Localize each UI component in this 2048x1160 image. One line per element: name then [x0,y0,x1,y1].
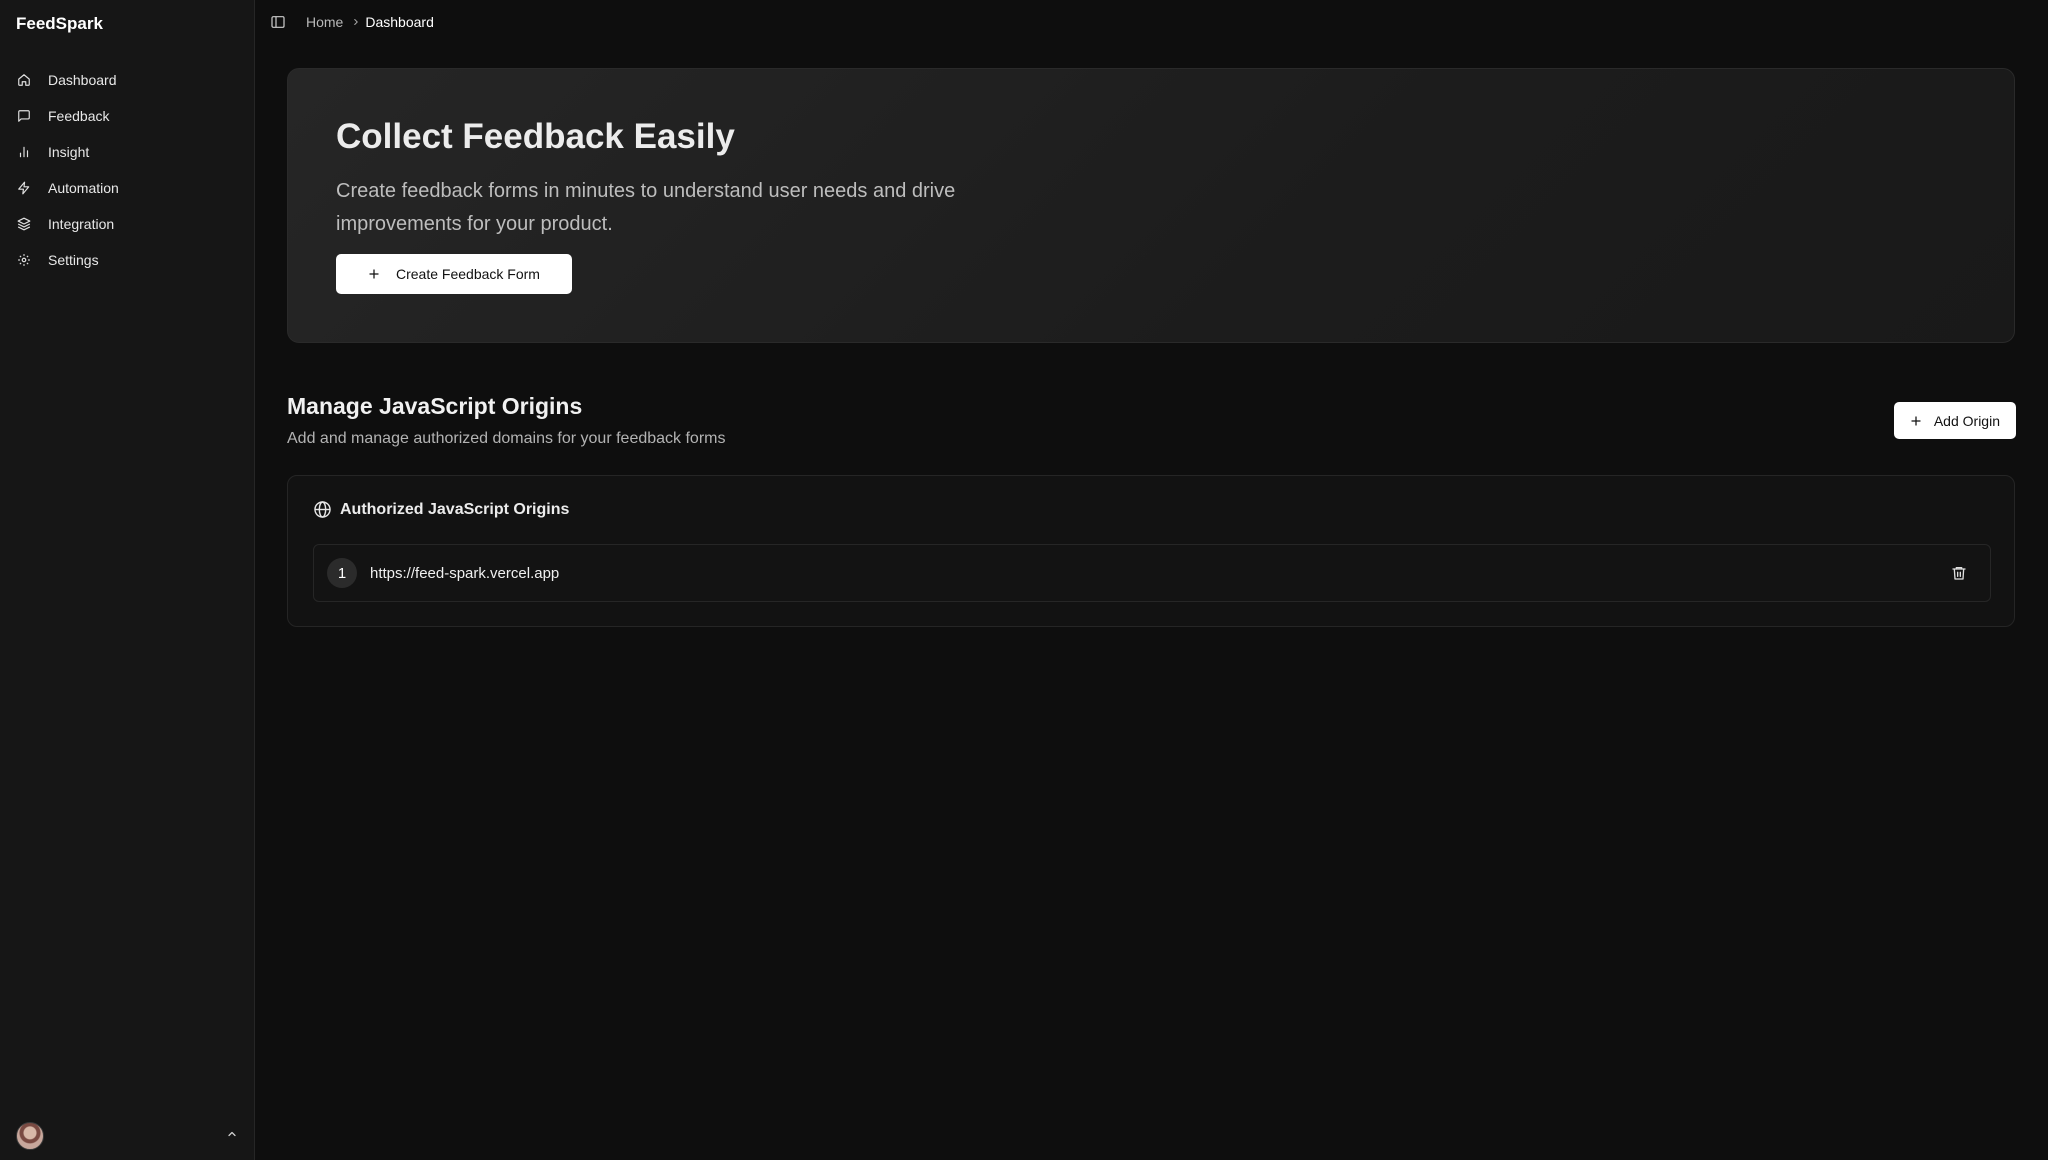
plus-icon [1910,415,1922,427]
avatar[interactable] [16,1122,44,1150]
sidebar-item-label: Settings [48,252,99,268]
button-label: Create Feedback Form [396,266,540,282]
sidebar-item-automation[interactable]: Automation [0,170,254,206]
origins-section-title: Manage JavaScript Origins [287,393,583,419]
hero-title: Collect Feedback Easily [336,117,735,156]
user-menu[interactable] [16,1122,238,1150]
sidebar-item-label: Feedback [48,108,110,124]
message-square-icon [17,109,31,123]
trash-icon[interactable] [1951,565,1967,581]
sidebar-item-label: Dashboard [48,72,117,88]
hero-description: Create feedback forms in minutes to unde… [336,180,956,235]
add-origin-button[interactable]: Add Origin [1893,402,2016,439]
brand-logo[interactable]: FeedSpark [16,14,103,34]
main-content: Home Dashboard Collect Feedback Easily C… [255,0,2048,1160]
chevron-up-icon[interactable] [226,1127,238,1145]
plus-icon [368,268,380,280]
sidebar-item-label: Integration [48,216,115,232]
sidebar-toggle-icon[interactable] [270,14,286,30]
home-icon [17,73,31,87]
globe-icon [313,500,332,519]
sidebar-item-integration[interactable]: Integration [0,206,254,242]
app-root: FeedSpark Dashboard Feedback Insight Aut… [0,0,2048,1160]
origin-index-badge: 1 [327,558,357,588]
chevron-right-icon [351,17,361,27]
list-item: 1 https://feed-spark.vercel.app [313,544,1991,602]
sidebar-item-label: Automation [48,180,119,196]
sidebar-item-dashboard[interactable]: Dashboard [0,62,254,98]
origin-url: https://feed-spark.vercel.app [370,564,560,582]
sidebar-item-label: Insight [48,144,90,160]
sidebar-item-settings[interactable]: Settings [0,242,254,278]
breadcrumb-current: Dashboard [365,14,434,30]
zap-icon [17,181,31,195]
hero-card: Collect Feedback Easily Create feedback … [287,68,2015,343]
topbar: Home Dashboard [255,0,2048,44]
sidebar-item-insight[interactable]: Insight [0,134,254,170]
breadcrumb: Home Dashboard [306,14,434,30]
origins-section-subtitle: Add and manage authorized domains for yo… [287,430,726,447]
sidebar: FeedSpark Dashboard Feedback Insight Aut… [0,0,255,1160]
create-feedback-form-button[interactable]: Create Feedback Form [336,254,572,294]
authorized-origins-card: Authorized JavaScript Origins 1 https://… [287,475,2015,627]
sidebar-nav: Dashboard Feedback Insight Automation In… [0,62,254,278]
origins-card-title: Authorized JavaScript Origins [340,500,570,518]
sidebar-item-feedback[interactable]: Feedback [0,98,254,134]
button-label: Add Origin [1933,412,2000,429]
breadcrumb-home[interactable]: Home [306,14,343,30]
layers-icon [17,217,31,231]
gear-icon [17,253,31,267]
origins-card-header: Authorized JavaScript Origins [313,500,569,519]
bar-chart-icon [17,145,31,159]
